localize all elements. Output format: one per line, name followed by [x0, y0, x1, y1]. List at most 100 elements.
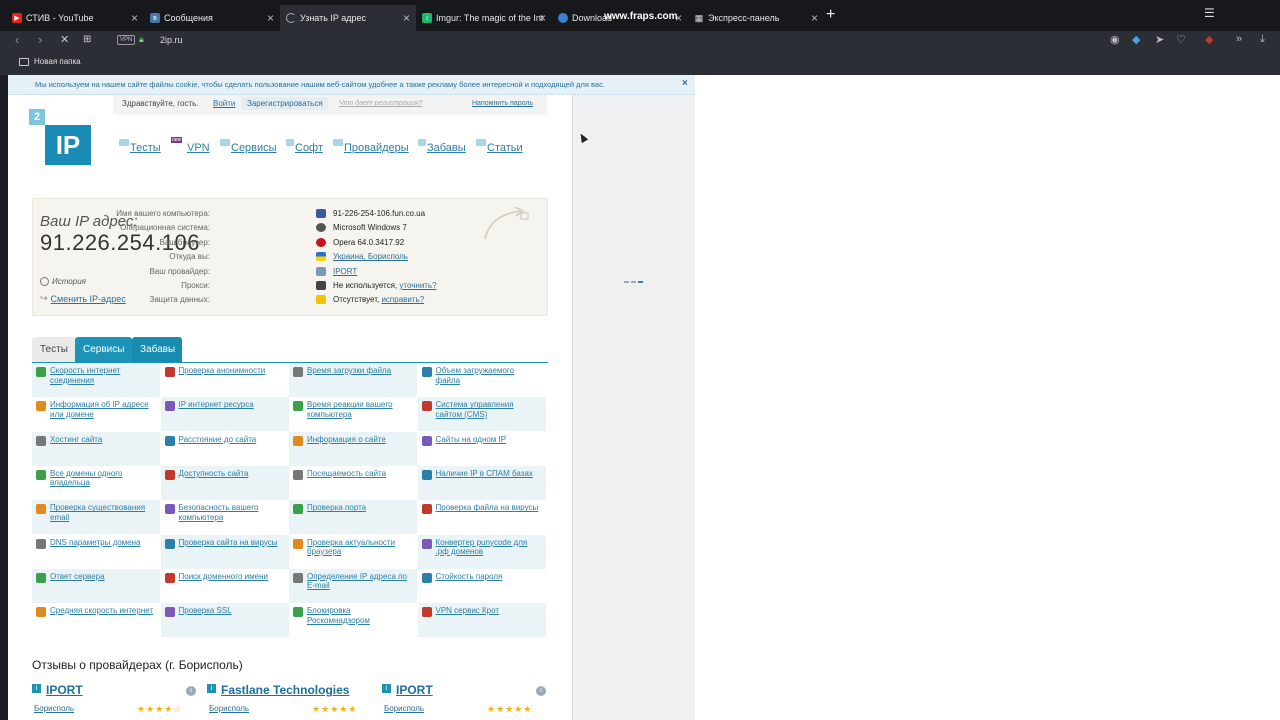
change-ip-link[interactable]: ↪ Сменить IP-адрес — [40, 293, 126, 304]
service-link[interactable]: DNS параметры домена — [50, 538, 154, 548]
details-icon[interactable]: i — [536, 686, 546, 696]
service-link[interactable]: Ответ сервера — [50, 572, 154, 582]
detail-row-os: Операционная система: Microsoft Windows 7 — [120, 222, 433, 236]
close-icon[interactable]: × — [539, 11, 546, 25]
service-link[interactable]: Определение IP адреса по E-mail — [307, 572, 411, 591]
service-link[interactable]: Проверка SSL — [179, 606, 283, 616]
service-link[interactable]: Стойкость пароля — [436, 572, 540, 582]
location-link[interactable]: Украина, Борисполь — [333, 252, 408, 261]
service-link[interactable]: VPN сервис Крот — [436, 606, 540, 616]
nav-articles[interactable]: Статьи — [476, 139, 523, 154]
info-icon: i — [32, 684, 41, 693]
protection-fix-link[interactable]: исправить? — [381, 295, 424, 304]
fun-icon — [418, 139, 426, 146]
heart-icon[interactable]: ♡ — [1176, 33, 1186, 46]
service-link[interactable]: Проверка файла на вирусы — [436, 503, 540, 513]
service-link[interactable]: Скорость интернет соединения — [50, 366, 154, 385]
service-link[interactable]: Проверка сайта на вирусы — [179, 538, 283, 548]
close-icon[interactable]: × — [131, 11, 138, 25]
service-link[interactable]: Конвертер punycode для .рф доменов — [436, 538, 540, 557]
nav-providers[interactable]: Провайдеры — [333, 139, 409, 154]
close-icon[interactable]: × — [403, 11, 410, 25]
close-icon[interactable]: × — [267, 11, 274, 25]
cookie-close-button[interactable]: × — [682, 78, 688, 89]
proxy-check-link[interactable]: уточнить? — [399, 281, 436, 290]
details-icon[interactable]: i — [186, 686, 196, 696]
change-ip-label[interactable]: Сменить IP-адрес — [51, 294, 126, 304]
service-link[interactable]: Система управления сайтом (CMS) — [436, 400, 540, 419]
service-link[interactable]: Хостинг сайта — [50, 435, 154, 445]
share-arrow-icon[interactable] — [483, 207, 529, 241]
tab-tests[interactable]: Тесты — [32, 337, 75, 362]
site-logo[interactable]: 2 IP — [29, 109, 91, 165]
forward-icon[interactable]: › — [38, 32, 42, 47]
service-link[interactable]: Проверка актуальности браузера — [307, 538, 411, 557]
city-link[interactable]: Борисполь — [34, 704, 74, 713]
tab-menu-icon[interactable]: ☰ — [1204, 6, 1215, 20]
nav-tests[interactable]: Тесты — [119, 139, 161, 154]
city-link[interactable]: Борисполь — [384, 704, 424, 713]
service-link[interactable]: Наличие IP в СПАМ базах — [436, 469, 540, 479]
bookmark-folder[interactable]: Новая папка — [19, 57, 81, 66]
service-link[interactable]: Объем загружаемого файла — [436, 366, 540, 385]
url-field[interactable]: 2ip.ru — [160, 35, 183, 45]
service-link[interactable]: Проверка порта — [307, 503, 411, 513]
lock-icon[interactable]: 🔒︎ — [139, 34, 144, 45]
service-link[interactable]: Расстояние до сайта — [179, 435, 283, 445]
more-extensions-icon[interactable]: » — [1236, 33, 1242, 45]
nav-services[interactable]: Сервисы — [220, 139, 277, 154]
service-link[interactable]: Безопасность вашего компьютера — [179, 503, 283, 522]
new-tab-button[interactable]: + — [826, 6, 835, 24]
service-link[interactable]: Время реакции вашего компьютера — [307, 400, 411, 419]
service-link[interactable]: Блокировка Роскомнадзором — [307, 606, 411, 625]
browser-tab-youtube[interactable]: ▶ СТИВ - YouTube × — [6, 5, 144, 31]
service-link[interactable]: Проверка анонимности — [179, 366, 283, 376]
back-icon[interactable]: ‹ — [15, 32, 19, 47]
browser-tab-download[interactable]: Download www.fraps.com × — [552, 5, 688, 31]
history-link[interactable]: История — [40, 277, 86, 286]
nav-soft[interactable]: Софт — [286, 139, 323, 154]
service-cell: Информация об IP адресе или домене — [32, 397, 160, 431]
register-link[interactable]: Зарегистрироваться — [242, 97, 328, 110]
provider-name-link[interactable]: IPORT — [396, 683, 433, 697]
service-link[interactable]: Средняя скорость интернет — [50, 606, 154, 616]
rating-stars: ★★★★★ — [487, 704, 533, 714]
service-link[interactable]: Время загрузки файла — [307, 366, 411, 376]
shield-icon[interactable]: ◆ — [1132, 33, 1140, 46]
city-link[interactable]: Борисполь — [209, 704, 249, 713]
nav-vpn[interactable]: new VPN — [171, 137, 210, 154]
service-link[interactable]: Все домены одного владельца — [50, 469, 154, 488]
download-icon[interactable]: ⤓ — [1260, 33, 1265, 46]
login-link[interactable]: Войти — [213, 99, 235, 108]
service-link[interactable]: Доступность сайта — [179, 469, 283, 479]
browser-tab-imgur[interactable]: i Imgur: The magic of the Int × — [416, 5, 552, 31]
stop-icon[interactable]: ✕ — [60, 33, 69, 46]
close-icon[interactable]: × — [811, 11, 818, 25]
service-link[interactable]: Посещаемость сайта — [307, 469, 411, 479]
tab-services[interactable]: Сервисы — [75, 337, 132, 362]
vpn-badge[interactable]: VPN — [117, 35, 136, 45]
provider-name-link[interactable]: Fastlane Technologies — [221, 683, 349, 697]
tab-bar: ▶ СТИВ - YouTube × в Сообщения × Узнать … — [0, 0, 1280, 31]
browser-tab-ip[interactable]: Узнать IP адрес × — [280, 5, 416, 31]
provider-link[interactable]: IPORT — [333, 267, 357, 276]
tab-fun[interactable]: Забавы — [132, 337, 182, 362]
service-link[interactable]: Информация об IP адресе или домене — [50, 400, 154, 419]
provider-name-link[interactable]: IPORT — [46, 683, 83, 697]
close-icon[interactable]: × — [675, 11, 682, 25]
why-register-link[interactable]: Что дает регистрация? — [339, 100, 422, 107]
browser-tab-speed-dial[interactable]: ▦ Экспресс-панель × — [688, 5, 824, 31]
nav-fun[interactable]: Забавы — [418, 139, 466, 154]
tabs-grid-icon[interactable]: ⊞ — [83, 34, 91, 45]
browser-tab-messages[interactable]: в Сообщения × — [144, 5, 280, 31]
detail-value: Microsoft Windows 7 — [333, 223, 407, 233]
service-link[interactable]: Информация о сайте — [307, 435, 411, 445]
service-link[interactable]: Сайты на одном IP — [436, 435, 540, 445]
service-link[interactable]: IP интернет ресурса — [179, 400, 283, 410]
service-link[interactable]: Проверка существования email — [50, 503, 154, 522]
service-link[interactable]: Поиск доменного имени — [179, 572, 283, 582]
extension-icon[interactable]: ◆ — [1205, 33, 1213, 46]
send-icon[interactable]: ➤ — [1155, 33, 1164, 46]
camera-icon[interactable]: ◉ — [1110, 33, 1120, 46]
remind-password-link[interactable]: Напомнить пароль — [472, 100, 533, 107]
